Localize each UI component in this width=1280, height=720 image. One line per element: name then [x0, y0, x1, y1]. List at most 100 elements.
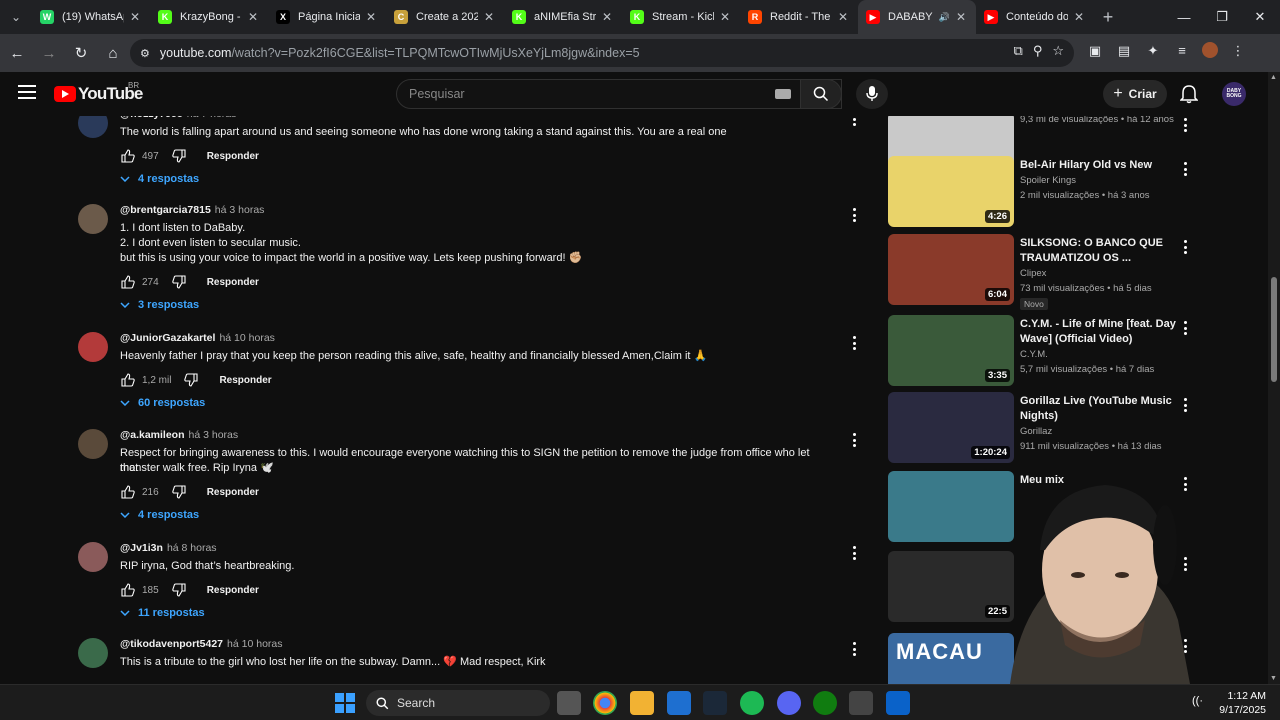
xbox-icon[interactable]	[813, 691, 837, 715]
tab-close-icon[interactable]: ✕	[600, 10, 614, 24]
spotify-icon[interactable]	[740, 691, 764, 715]
reply-button[interactable]: Responder	[219, 375, 271, 386]
restore-icon[interactable]: ❐	[1202, 0, 1242, 34]
comment-timestamp[interactable]: há 7 horas	[187, 116, 237, 120]
new-tab-button[interactable]: +	[1094, 7, 1122, 28]
video-thumbnail[interactable]: MACAU	[888, 633, 1014, 684]
youtube-logo[interactable]: YouTube BR	[54, 81, 143, 104]
tab-close-icon[interactable]: ✕	[954, 10, 968, 24]
channel-name[interactable]: Clipex	[1020, 268, 1046, 279]
comment-more-icon[interactable]	[850, 208, 858, 222]
account-avatar[interactable]: DABY BONG	[1222, 82, 1246, 106]
network-icon[interactable]: ((·	[1192, 695, 1203, 707]
reply-button[interactable]: Responder	[207, 487, 259, 498]
avatar[interactable]	[78, 332, 108, 362]
tab-audio-icon[interactable]: 🔊	[939, 12, 950, 23]
comment-more-icon[interactable]	[850, 546, 858, 560]
view-replies-button[interactable]: 60 respostas	[120, 397, 205, 409]
notifications-bell-icon[interactable]	[1180, 84, 1198, 104]
video-thumbnail[interactable]: 6:04	[888, 234, 1014, 305]
browser-tab[interactable]: R Reddit - The ✕	[740, 0, 858, 34]
video-thumbnail[interactable]: 3:35	[888, 315, 1014, 386]
like-icon[interactable]	[120, 582, 136, 598]
channel-name[interactable]: Spoiler Kings	[1020, 175, 1076, 186]
author-handle[interactable]: @a.kamileon	[120, 429, 185, 441]
comment-more-icon[interactable]	[850, 116, 858, 126]
zoom-icon[interactable]: ⚲	[1033, 43, 1043, 59]
comment-more-icon[interactable]	[850, 433, 858, 447]
tab-close-icon[interactable]: ✕	[836, 10, 850, 24]
related-video-item[interactable]: 3:35 C.Y.M. - Life of Mine [feat. Day Wav…	[888, 315, 1268, 387]
voice-search-button[interactable]	[856, 79, 888, 109]
search-input[interactable]: Pesquisar	[396, 79, 842, 109]
view-replies-button[interactable]: 11 respostas	[120, 607, 205, 619]
tab-close-icon[interactable]: ✕	[246, 10, 260, 24]
reload-icon[interactable]: ↻	[66, 38, 96, 68]
dislike-icon[interactable]	[171, 148, 187, 164]
browser-tab[interactable]: KaNIMEfia Stre ✕	[504, 0, 622, 34]
app-icon[interactable]	[886, 691, 910, 715]
avatar[interactable]	[78, 116, 108, 138]
avatar[interactable]	[78, 204, 108, 234]
view-replies-button[interactable]: 4 respostas	[120, 509, 199, 521]
author-handle[interactable]: @brentgarcia7815	[120, 204, 211, 216]
comment-author[interactable]: @hozzy7998 há 7 horas	[120, 116, 236, 120]
comment-timestamp[interactable]: há 10 horas	[219, 332, 274, 344]
video-thumbnail[interactable]	[888, 471, 1014, 542]
comment-author[interactable]: @JuniorGazakartel há 10 horas	[120, 332, 275, 344]
comment-author[interactable]: @Jv1i3n há 8 horas	[120, 542, 217, 554]
dislike-icon[interactable]	[183, 372, 199, 388]
comment-author[interactable]: @a.kamileon há 3 horas	[120, 429, 238, 441]
channel-name[interactable]: Gorillaz	[1020, 426, 1052, 437]
channel-name[interactable]: C.Y.M.	[1020, 349, 1048, 360]
bookmark-star-icon[interactable]: ☆	[1052, 43, 1064, 59]
app-icon[interactable]	[849, 691, 873, 715]
discord-icon[interactable]	[777, 691, 801, 715]
browser-menu-icon[interactable]: ⋮	[1229, 43, 1247, 59]
related-video-item[interactable]: 6:04 SILKSONG: O BANCO QUE TRAUMATIZOU OS…	[888, 234, 1268, 310]
view-replies-button[interactable]: 3 respostas	[120, 299, 199, 311]
comment-more-icon[interactable]	[850, 336, 858, 350]
reply-button[interactable]: Responder	[207, 585, 259, 596]
reply-button[interactable]: Responder	[207, 277, 259, 288]
dislike-icon[interactable]	[171, 582, 187, 598]
comment-author[interactable]: @brentgarcia7815 há 3 horas	[120, 204, 264, 216]
comment-timestamp[interactable]: há 10 horas	[227, 638, 282, 650]
video-more-icon[interactable]	[1182, 240, 1188, 254]
address-bar[interactable]: ⚙ youtube.com/watch?v=Pozk2fI6CGE&list=T…	[130, 39, 1074, 67]
like-icon[interactable]	[120, 148, 136, 164]
browser-tab[interactable]: C Create a 2025 ✕	[386, 0, 504, 34]
like-icon[interactable]	[120, 484, 136, 500]
video-more-icon[interactable]	[1182, 162, 1188, 176]
site-info-icon[interactable]: ⚙	[140, 47, 150, 60]
related-video-item[interactable]: 1:20:24 Gorillaz Live (YouTube Music Nigh…	[888, 392, 1268, 464]
comment-timestamp[interactable]: há 3 horas	[215, 204, 265, 216]
like-icon[interactable]	[120, 274, 136, 290]
extension-icon[interactable]: ▤	[1115, 43, 1133, 59]
close-window-icon[interactable]: ✕	[1240, 0, 1280, 34]
avatar[interactable]	[78, 429, 108, 459]
video-more-icon[interactable]	[1182, 321, 1188, 335]
back-icon[interactable]: ←	[2, 38, 32, 68]
taskbar-clock[interactable]: 1:12 AM 9/17/2025	[1219, 689, 1266, 717]
author-handle[interactable]: @JuniorGazakartel	[120, 332, 215, 344]
browser-tab[interactable]: K Stream - Kick ✕	[622, 0, 740, 34]
author-handle[interactable]: @tikodavenport5427	[120, 638, 223, 650]
create-button[interactable]: + Criar	[1103, 80, 1167, 108]
tab-close-icon[interactable]: ✕	[364, 10, 378, 24]
browser-tab[interactable]: K KrazyBong - ✕	[150, 0, 268, 34]
video-thumbnail[interactable]: 4:26	[888, 156, 1014, 227]
video-title[interactable]: Bel-Air Hilary Old vs New	[1020, 158, 1180, 173]
browser-tab[interactable]: ▶ Conteúdo do ✕	[976, 0, 1094, 34]
author-handle[interactable]: @hozzy7998	[120, 116, 183, 120]
task-view-icon[interactable]	[557, 691, 581, 715]
install-app-icon[interactable]: ⧉	[1014, 43, 1023, 59]
browser-tab[interactable]: X Página Inicial ✕	[268, 0, 386, 34]
windows-start-icon[interactable]	[333, 691, 357, 715]
tab-close-icon[interactable]: ✕	[128, 10, 142, 24]
store-icon[interactable]	[667, 691, 691, 715]
forward-icon[interactable]: →	[34, 38, 64, 68]
video-more-icon[interactable]	[1182, 398, 1188, 412]
taskbar-search[interactable]: Search	[366, 690, 550, 716]
steam-icon[interactable]	[703, 691, 727, 715]
